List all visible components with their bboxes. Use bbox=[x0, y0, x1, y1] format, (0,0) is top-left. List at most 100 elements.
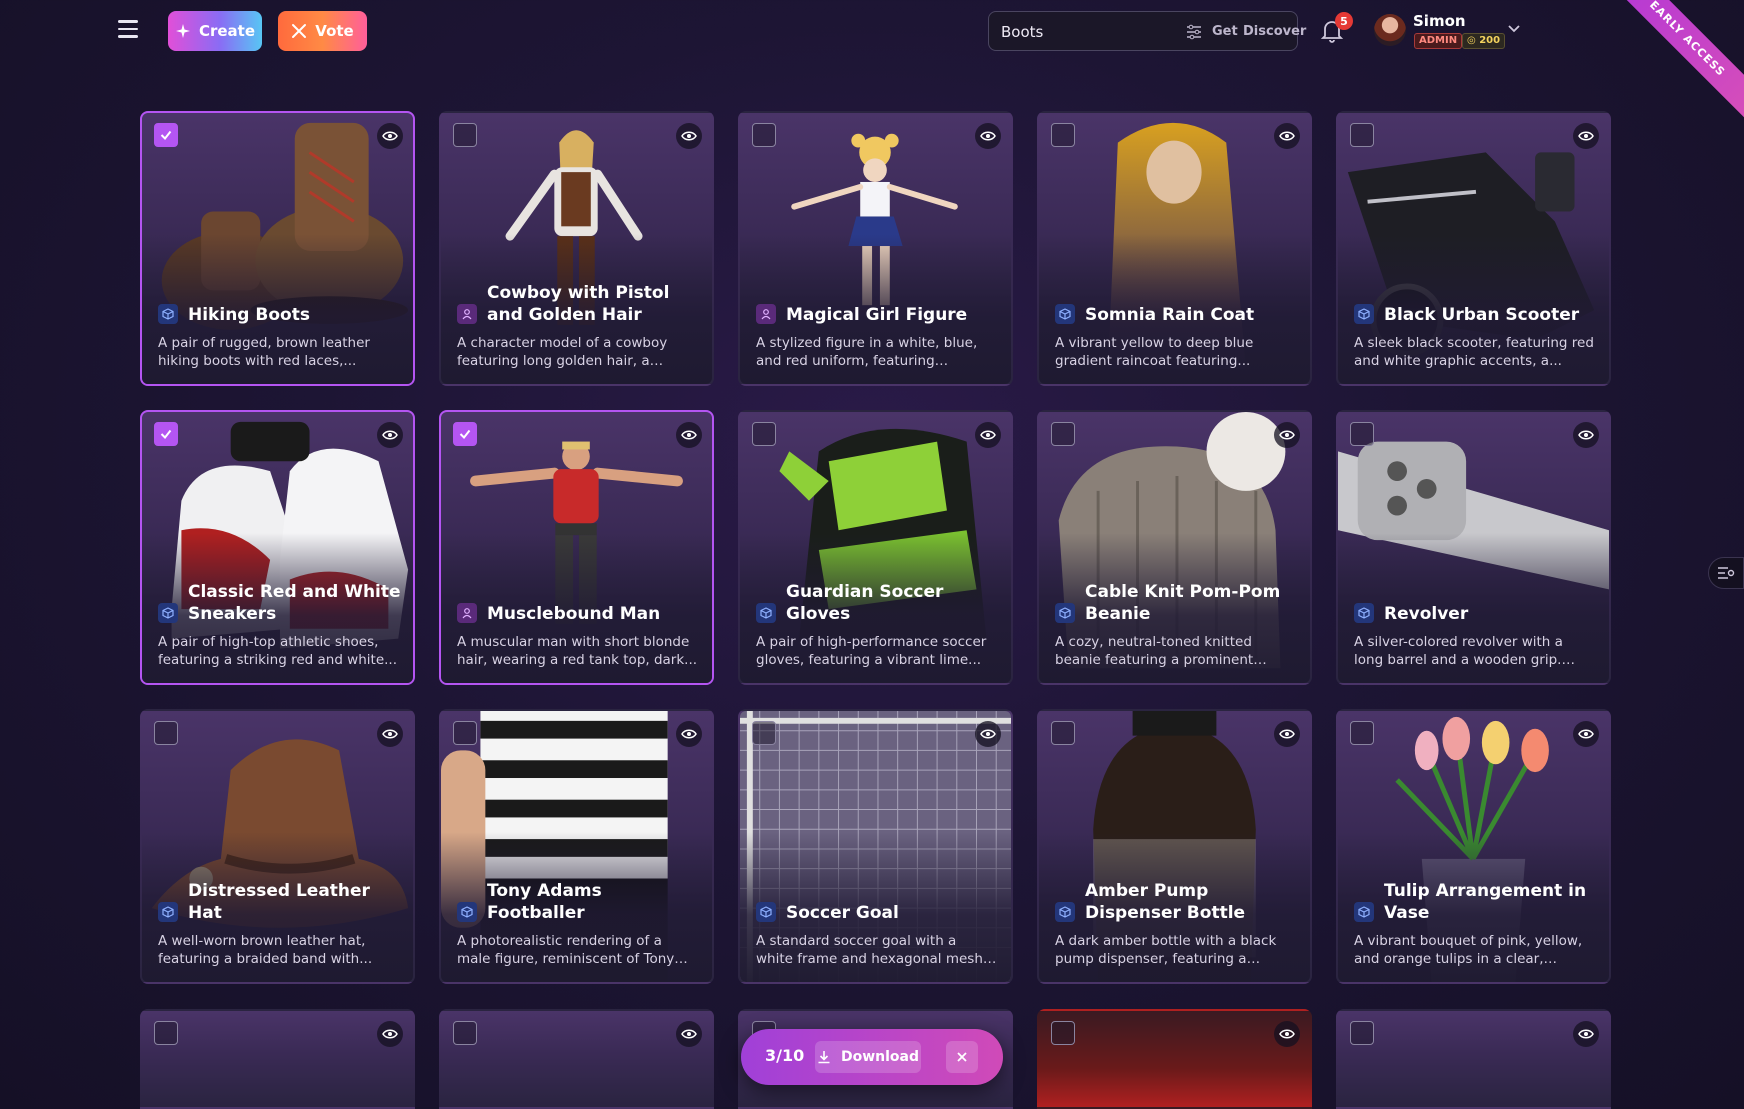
notification-badge: 5 bbox=[1335, 12, 1353, 30]
selection-count: 3/10 bbox=[765, 1046, 805, 1065]
discover-toggle[interactable]: Discover bbox=[1243, 24, 1306, 39]
eye-icon[interactable] bbox=[1274, 422, 1300, 448]
select-checkbox[interactable] bbox=[1051, 721, 1075, 745]
card-description: A pair of high-performance soccer gloves… bbox=[756, 634, 987, 668]
asset-card[interactable]: Musclebound Man A muscular man with short… bbox=[439, 410, 714, 685]
eye-icon[interactable] bbox=[676, 422, 702, 448]
eye-icon[interactable] bbox=[1573, 422, 1599, 448]
card-title-row: Distressed Leather Hat bbox=[158, 880, 401, 924]
eye-icon[interactable] bbox=[975, 721, 1001, 747]
select-checkbox[interactable] bbox=[752, 123, 776, 147]
asset-card[interactable] bbox=[1336, 1009, 1611, 1109]
asset-card[interactable]: Black Urban Scooter A sleek black scooter… bbox=[1336, 111, 1611, 386]
eye-icon[interactable] bbox=[676, 721, 702, 747]
select-checkbox[interactable] bbox=[1051, 1021, 1075, 1045]
select-checkbox[interactable] bbox=[1350, 422, 1374, 446]
eye-icon[interactable] bbox=[1274, 1021, 1300, 1047]
card-title-row: Somnia Rain Coat bbox=[1055, 304, 1298, 326]
avatar[interactable] bbox=[1374, 14, 1406, 46]
select-checkbox[interactable] bbox=[154, 721, 178, 745]
select-checkbox[interactable] bbox=[453, 721, 477, 745]
card-title: Guardian Soccer Gloves bbox=[786, 582, 944, 624]
menu-icon[interactable] bbox=[118, 20, 146, 42]
eye-icon[interactable] bbox=[1573, 1021, 1599, 1047]
create-button[interactable]: Create bbox=[168, 11, 262, 51]
select-checkbox[interactable] bbox=[752, 721, 776, 745]
select-checkbox[interactable] bbox=[1350, 721, 1374, 745]
asset-card[interactable]: Somnia Rain Coat A vibrant yellow to deep… bbox=[1037, 111, 1312, 386]
clear-selection-button[interactable] bbox=[946, 1041, 978, 1073]
card-title-row: Hiking Boots bbox=[158, 304, 401, 326]
select-checkbox[interactable] bbox=[1051, 422, 1075, 446]
card-description: A dark amber bottle with a black pump di… bbox=[1055, 933, 1277, 967]
eye-icon[interactable] bbox=[676, 1021, 702, 1047]
download-button[interactable]: Download bbox=[815, 1041, 921, 1073]
select-checkbox[interactable] bbox=[453, 123, 477, 147]
asset-card[interactable]: Soccer Goal A standard soccer goal with a… bbox=[738, 709, 1013, 984]
asset-card[interactable]: Revolver A silver-colored revolver with a… bbox=[1336, 410, 1611, 685]
top-bar: Create Vote Boots Get Discover 5 Simon A… bbox=[0, 0, 1744, 124]
download-icon bbox=[818, 1051, 830, 1064]
filter-icon[interactable] bbox=[1185, 23, 1203, 41]
asset-card[interactable]: Amber Pump Dispenser Bottle A dark amber … bbox=[1037, 709, 1312, 984]
eye-icon[interactable] bbox=[377, 721, 403, 747]
select-checkbox[interactable] bbox=[154, 422, 178, 446]
person-icon bbox=[457, 603, 477, 623]
cube-icon bbox=[756, 902, 776, 922]
select-checkbox[interactable] bbox=[154, 1021, 178, 1045]
side-panel-toggle[interactable] bbox=[1708, 557, 1744, 589]
eye-icon[interactable] bbox=[676, 123, 702, 149]
search-value: Boots bbox=[1001, 23, 1044, 41]
card-title-row: Guardian Soccer Gloves bbox=[756, 581, 999, 625]
eye-icon[interactable] bbox=[1274, 721, 1300, 747]
cube-icon bbox=[1354, 603, 1374, 623]
select-checkbox[interactable] bbox=[1350, 1021, 1374, 1045]
select-checkbox[interactable] bbox=[752, 422, 776, 446]
list-settings-icon bbox=[1718, 567, 1735, 579]
chevron-down-icon[interactable] bbox=[1507, 24, 1521, 34]
card-description: A well-worn brown leather hat, featuring… bbox=[158, 933, 373, 967]
asset-card[interactable]: Distressed Leather Hat A well-worn brown … bbox=[140, 709, 415, 984]
cube-icon bbox=[457, 902, 477, 922]
person-icon bbox=[756, 304, 776, 324]
vote-label: Vote bbox=[315, 22, 354, 40]
asset-card[interactable]: Cable Knit Pom-Pom Beanie A cozy, neutral… bbox=[1037, 410, 1312, 685]
get-toggle[interactable]: Get bbox=[1212, 24, 1238, 39]
asset-card[interactable]: Hiking Boots A pair of rugged, brown leat… bbox=[140, 111, 415, 386]
cube-icon bbox=[158, 603, 178, 623]
asset-card[interactable] bbox=[1037, 1009, 1312, 1109]
card-title-row: Classic Red and White Sneakers bbox=[158, 581, 401, 625]
cube-icon bbox=[1055, 603, 1075, 623]
card-description: A pair of high-top athletic shoes, featu… bbox=[158, 634, 398, 668]
search-input[interactable]: Boots Get Discover bbox=[988, 11, 1306, 51]
eye-icon[interactable] bbox=[377, 123, 403, 149]
asset-card[interactable] bbox=[439, 1009, 714, 1109]
eye-icon[interactable] bbox=[1573, 721, 1599, 747]
cube-icon bbox=[756, 603, 776, 623]
eye-icon[interactable] bbox=[377, 1021, 403, 1047]
asset-card[interactable]: Classic Red and White Sneakers A pair of … bbox=[140, 410, 415, 685]
asset-card[interactable]: Tulip Arrangement in Vase A vibrant bouqu… bbox=[1336, 709, 1611, 984]
asset-card[interactable]: Cowboy with Pistol and Golden Hair A char… bbox=[439, 111, 714, 386]
card-title: Amber Pump Dispenser Bottle bbox=[1085, 881, 1246, 923]
asset-card[interactable]: Tony Adams Footballer A photorealistic re… bbox=[439, 709, 714, 984]
select-checkbox[interactable] bbox=[453, 1021, 477, 1045]
select-checkbox[interactable] bbox=[154, 123, 178, 147]
card-title: Revolver bbox=[1384, 604, 1469, 624]
eye-icon[interactable] bbox=[975, 123, 1001, 149]
eye-icon[interactable] bbox=[1573, 123, 1599, 149]
select-checkbox[interactable] bbox=[1350, 123, 1374, 147]
eye-icon[interactable] bbox=[377, 422, 403, 448]
vote-button[interactable]: Vote bbox=[278, 11, 367, 51]
card-title-row: Black Urban Scooter bbox=[1354, 304, 1597, 326]
asset-card[interactable]: Guardian Soccer Gloves A pair of high-per… bbox=[738, 410, 1013, 685]
eye-icon[interactable] bbox=[975, 422, 1001, 448]
asset-card[interactable]: Magical Girl Figure A stylized figure in … bbox=[738, 111, 1013, 386]
eye-icon[interactable] bbox=[1274, 123, 1300, 149]
select-checkbox[interactable] bbox=[1051, 123, 1075, 147]
select-checkbox[interactable] bbox=[453, 422, 477, 446]
cube-icon bbox=[1354, 902, 1374, 922]
card-title: Hiking Boots bbox=[188, 305, 310, 325]
cube-icon bbox=[158, 304, 178, 324]
asset-card[interactable] bbox=[140, 1009, 415, 1109]
